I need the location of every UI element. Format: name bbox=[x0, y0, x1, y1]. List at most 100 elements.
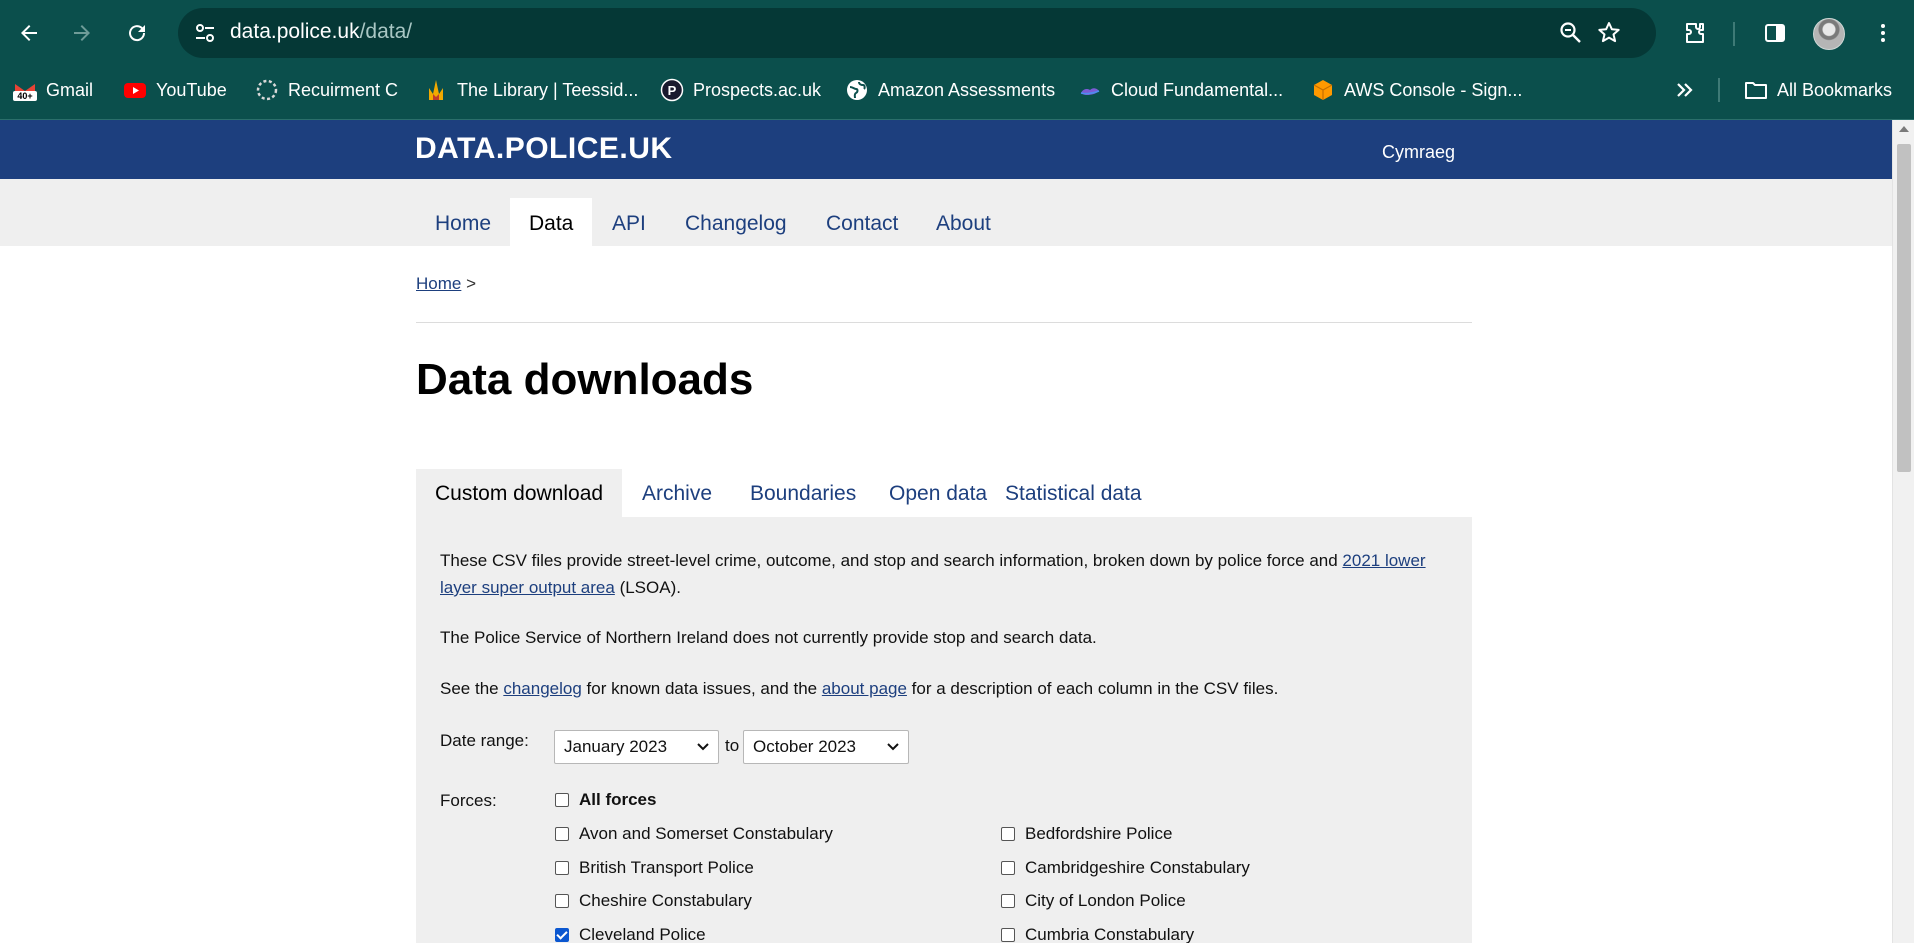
bookmark-label: Gmail bbox=[46, 79, 94, 100]
site-header: DATA.POLICE.UK Cymraeg bbox=[0, 120, 1892, 179]
force-label: City of London Police bbox=[1025, 891, 1186, 910]
force-checkbox-checked[interactable] bbox=[555, 928, 569, 942]
all-forces-checkbox[interactable] bbox=[555, 793, 569, 807]
scrollbar-thumb[interactable] bbox=[1897, 144, 1911, 472]
force-checkbox[interactable] bbox=[1001, 928, 1015, 942]
force-label: Cleveland Police bbox=[579, 925, 706, 943]
extensions-button[interactable] bbox=[1676, 14, 1714, 52]
cloud-icon bbox=[1078, 78, 1102, 102]
force-checkbox[interactable] bbox=[555, 894, 569, 908]
all-forces-label: All forces bbox=[579, 790, 657, 809]
nav-home[interactable]: Home bbox=[416, 198, 510, 246]
all-bookmarks-label: All Bookmarks bbox=[1777, 79, 1893, 100]
zoom-icon[interactable] bbox=[1558, 20, 1584, 46]
folder-icon bbox=[1744, 78, 1768, 102]
force-checkbox[interactable] bbox=[555, 827, 569, 841]
bookmark-youtube[interactable]: YouTube bbox=[123, 76, 227, 104]
site-logo[interactable]: DATA.POLICE.UK bbox=[415, 132, 673, 166]
nav-api[interactable]: API bbox=[593, 198, 665, 246]
date-to-word: to bbox=[725, 736, 740, 755]
nav-changelog[interactable]: Changelog bbox=[666, 198, 806, 246]
force-checkbox[interactable] bbox=[1001, 827, 1015, 841]
force-checkbox-row[interactable]: Cleveland Police bbox=[555, 925, 706, 943]
all-bookmarks-button[interactable]: All Bookmarks bbox=[1744, 76, 1892, 104]
see-prefix: See the bbox=[440, 679, 504, 698]
force-checkbox[interactable] bbox=[555, 861, 569, 875]
aws-cube-icon bbox=[1311, 78, 1335, 102]
bookmark-label: The Library | Teessid... bbox=[457, 79, 639, 100]
youtube-icon bbox=[123, 78, 147, 102]
page-scrollbar[interactable] bbox=[1892, 120, 1914, 943]
kebab-menu-icon bbox=[1881, 24, 1885, 42]
tab-archive[interactable]: Archive bbox=[623, 469, 731, 517]
psni-paragraph: The Police Service of Northern Ireland d… bbox=[440, 628, 1097, 647]
force-checkbox-row[interactable]: Cheshire Constabulary bbox=[555, 891, 752, 911]
force-checkbox-row[interactable]: Bedfordshire Police bbox=[1001, 824, 1172, 844]
bookmark-label: Prospects.ac.uk bbox=[693, 79, 822, 100]
nav-data[interactable]: Data bbox=[510, 198, 593, 246]
bookmark-prospects[interactable]: P Prospects.ac.uk bbox=[660, 76, 821, 104]
more-bookmarks-button[interactable] bbox=[1672, 76, 1705, 104]
all-forces-checkbox-row[interactable]: All forces bbox=[555, 790, 656, 810]
force-label: Cheshire Constabulary bbox=[579, 891, 752, 910]
side-panel-button[interactable] bbox=[1756, 14, 1794, 52]
scroll-up-arrow-icon[interactable] bbox=[1899, 126, 1909, 132]
main-nav: Home Data API Changelog Contact About bbox=[0, 179, 1892, 246]
side-panel-icon bbox=[1765, 24, 1785, 42]
force-checkbox-row[interactable]: City of London Police bbox=[1001, 891, 1186, 911]
intro-suffix: (LSOA). bbox=[614, 578, 681, 597]
date-from-select[interactable]: January 2023 bbox=[554, 730, 719, 764]
force-checkbox-row[interactable]: Cambridgeshire Constabulary bbox=[1001, 858, 1250, 878]
force-checkbox-row[interactable]: British Transport Police bbox=[555, 858, 754, 878]
bookmark-label: Amazon Assessments bbox=[878, 79, 1056, 100]
profile-avatar[interactable] bbox=[1813, 18, 1845, 50]
forward-button[interactable] bbox=[63, 14, 101, 52]
bookmark-gmail[interactable]: 40+ Gmail bbox=[13, 76, 93, 104]
tab-boundaries[interactable]: Boundaries bbox=[731, 469, 875, 517]
bookmark-amazon-assessments[interactable]: Amazon Assessments bbox=[845, 76, 1055, 104]
breadcrumb: Home > bbox=[416, 274, 476, 294]
bookmark-aws-console[interactable]: AWS Console - Sign... bbox=[1311, 76, 1522, 104]
about-page-link[interactable]: about page bbox=[822, 679, 907, 698]
bookmarks-bar: 40+ Gmail YouTube Recuirment C The Libra… bbox=[0, 70, 1914, 108]
bookmark-cloud-fundamentals[interactable]: Cloud Fundamental... bbox=[1078, 76, 1283, 104]
browser-menu-button[interactable] bbox=[1864, 14, 1902, 52]
reload-button[interactable] bbox=[118, 14, 156, 52]
bookmark-library[interactable]: The Library | Teessid... bbox=[424, 76, 638, 104]
url-path: /data/ bbox=[359, 20, 413, 43]
svg-text:40+: 40+ bbox=[17, 91, 32, 101]
nav-contact[interactable]: Contact bbox=[807, 198, 917, 246]
force-checkbox-row[interactable]: Cumbria Constabulary bbox=[1001, 925, 1194, 943]
page-title: Data downloads bbox=[416, 355, 754, 404]
address-bar[interactable]: data.police.uk/data/ bbox=[178, 8, 1656, 58]
url-text[interactable]: data.police.uk/data/ bbox=[230, 20, 412, 44]
breadcrumb-home-link[interactable]: Home bbox=[416, 274, 461, 293]
force-label: Cumbria Constabulary bbox=[1025, 925, 1195, 943]
chevron-down-icon bbox=[887, 743, 899, 751]
see-suffix: for a description of each column in the … bbox=[906, 679, 1279, 698]
bookmarks-separator bbox=[1718, 78, 1720, 102]
site-info-icon[interactable] bbox=[192, 20, 218, 46]
nav-about[interactable]: About bbox=[917, 198, 1010, 246]
tab-statistical-data[interactable]: Statistical data bbox=[986, 469, 1161, 517]
forward-arrow-icon bbox=[74, 25, 90, 41]
force-label: Avon and Somerset Constabulary bbox=[579, 824, 833, 843]
date-to-value: October 2023 bbox=[753, 737, 857, 756]
bookmark-recuirment[interactable]: Recuirment C bbox=[255, 76, 398, 104]
force-label: Bedfordshire Police bbox=[1025, 824, 1173, 843]
date-to-select[interactable]: October 2023 bbox=[743, 730, 909, 764]
url-host: data.police.uk bbox=[230, 20, 360, 43]
force-checkbox[interactable] bbox=[1001, 894, 1015, 908]
back-button[interactable] bbox=[10, 14, 48, 52]
language-link[interactable]: Cymraeg bbox=[1382, 142, 1455, 163]
bookmark-label: AWS Console - Sign... bbox=[1344, 79, 1523, 100]
reload-icon bbox=[129, 25, 146, 42]
changelog-link[interactable]: changelog bbox=[503, 679, 581, 698]
browser-chrome: data.police.uk/data/ 40+ Gmail YouTube R… bbox=[0, 0, 1914, 120]
tab-custom-download[interactable]: Custom download bbox=[416, 469, 623, 517]
browser-toolbar: data.police.uk/data/ bbox=[0, 0, 1914, 66]
force-checkbox[interactable] bbox=[1001, 861, 1015, 875]
intro-text: These CSV files provide street-level cri… bbox=[440, 551, 1343, 570]
force-checkbox-row[interactable]: Avon and Somerset Constabulary bbox=[555, 824, 833, 844]
bookmark-star-icon[interactable] bbox=[1596, 20, 1622, 46]
